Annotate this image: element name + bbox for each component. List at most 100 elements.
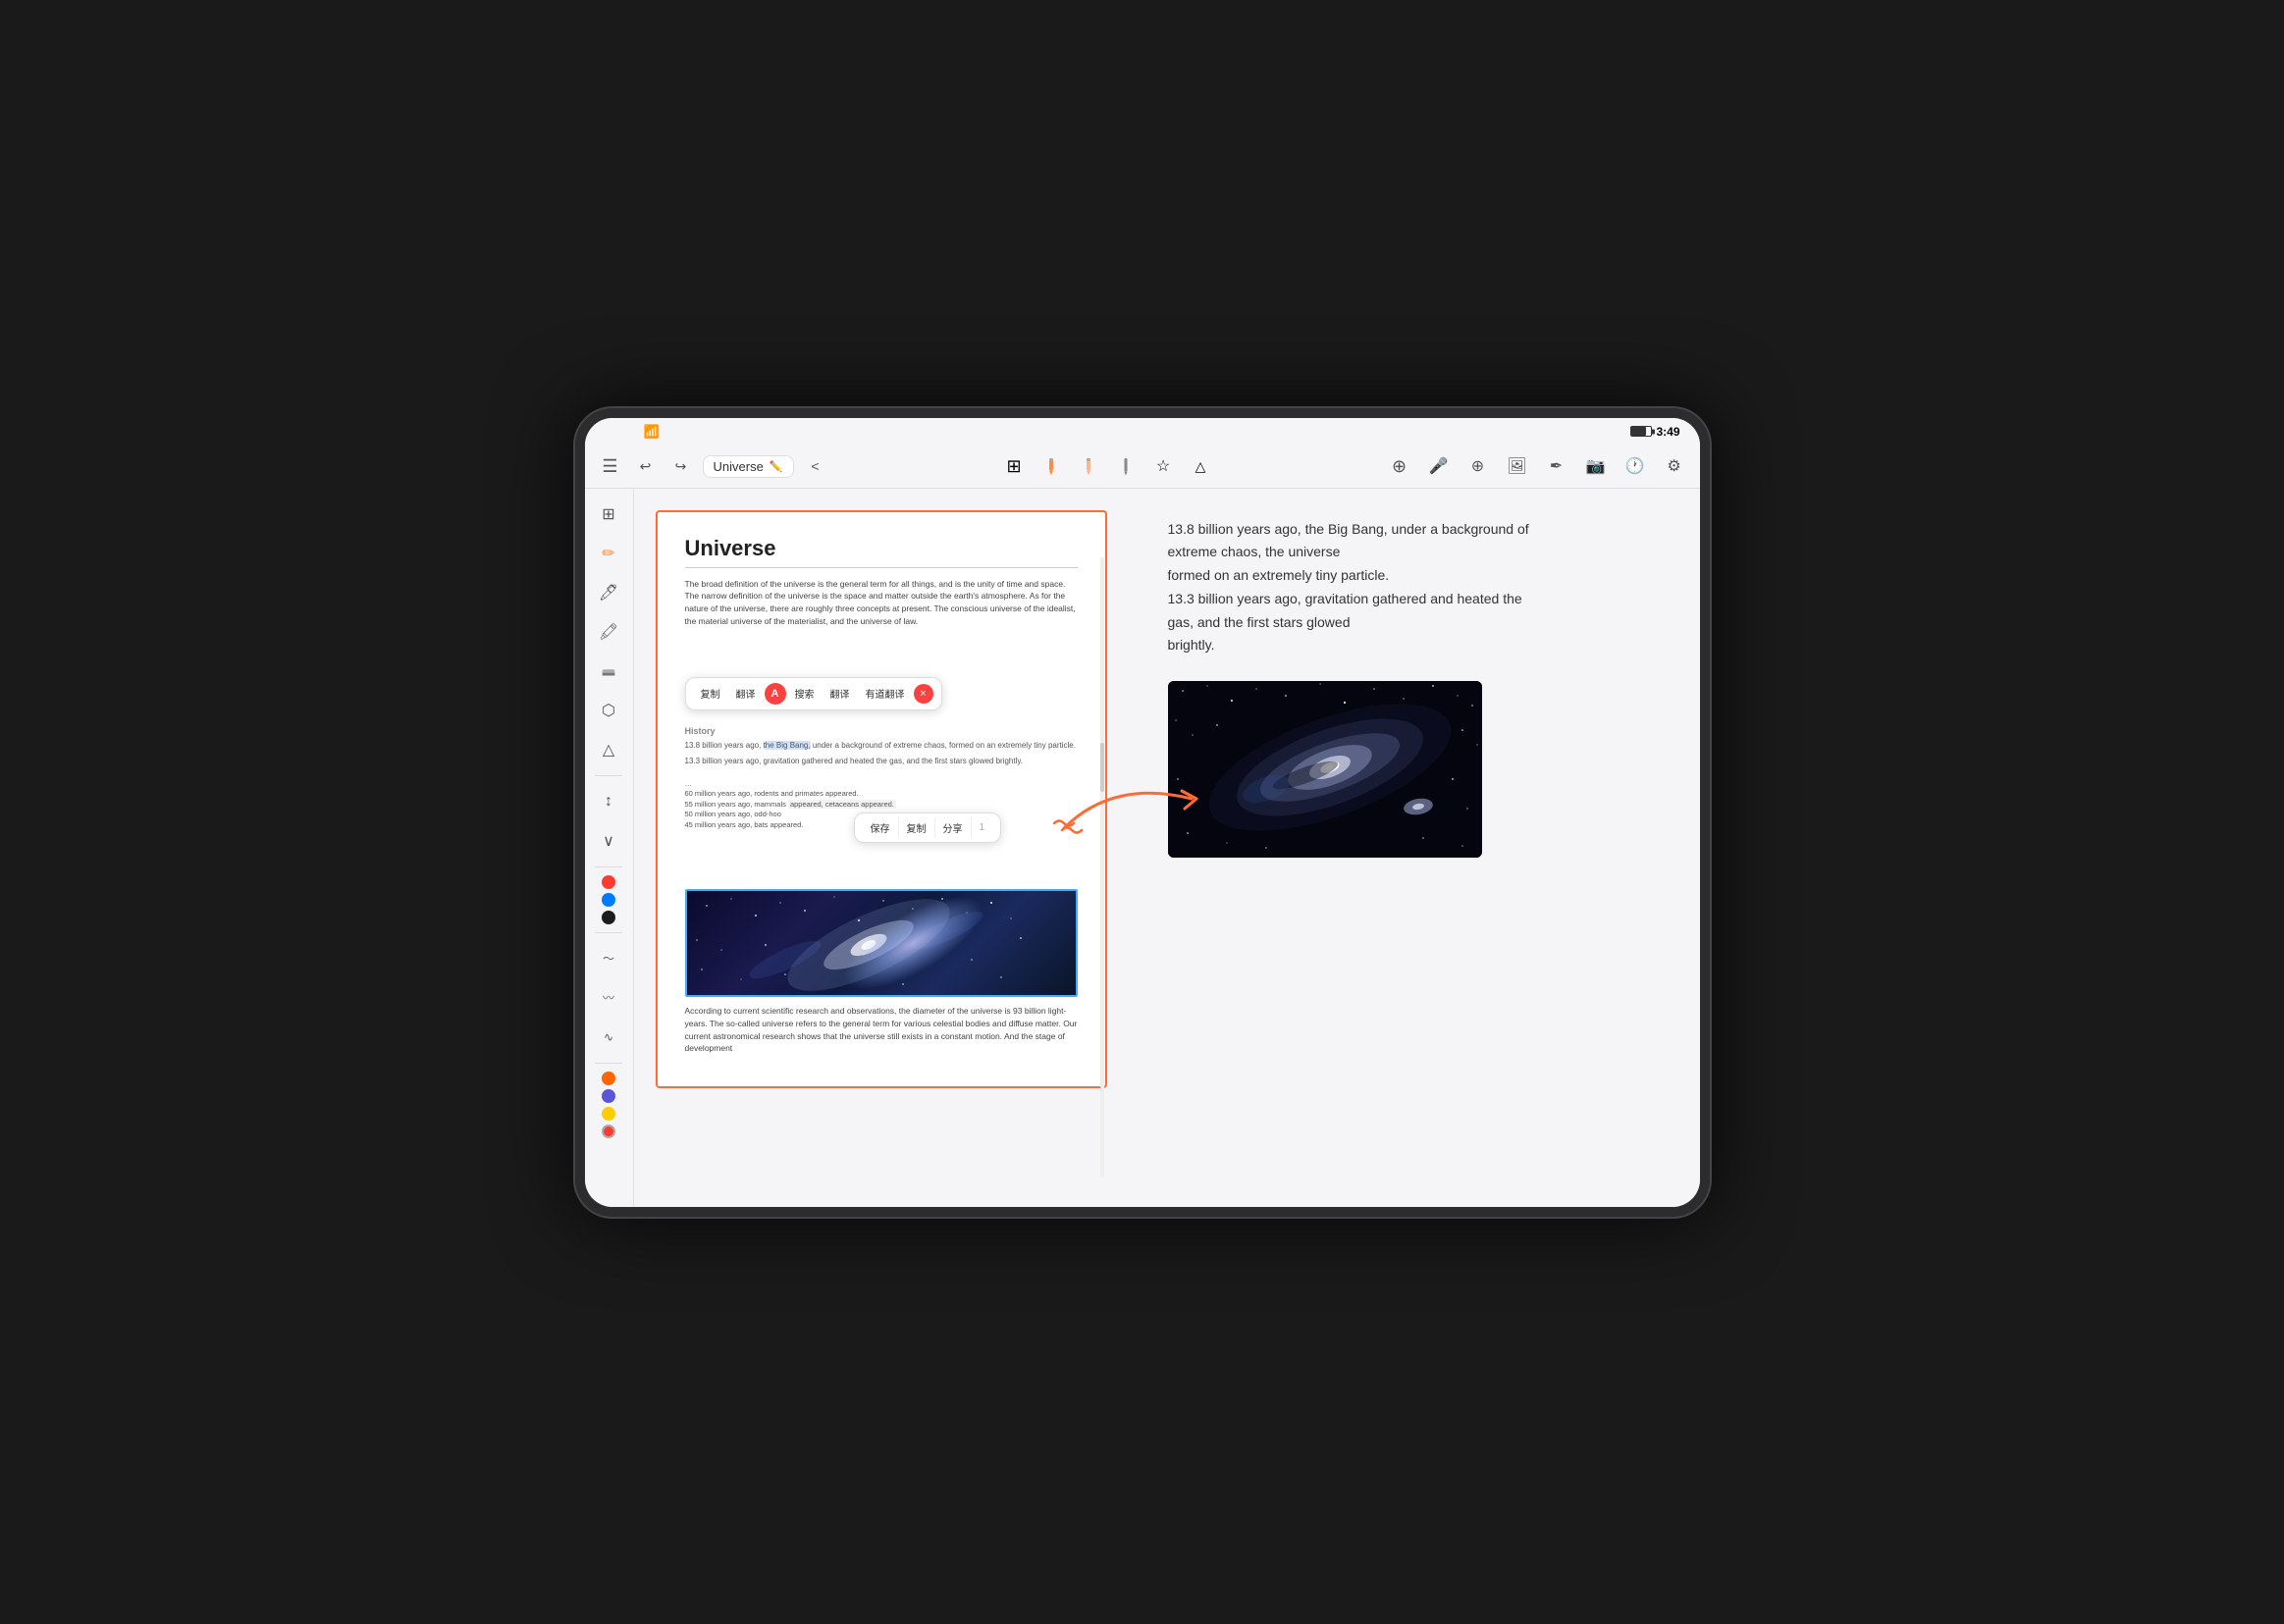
grid-tool-icon: ⊞ (1006, 456, 1021, 477)
sidebar-move-icon[interactable]: ↕ (591, 784, 626, 819)
search-btn[interactable]: 搜索 (788, 683, 822, 704)
document-page[interactable]: Universe The broad definition of the uni… (656, 510, 1107, 1089)
battery-indicator: 3:49 (1630, 425, 1679, 439)
zoom-button[interactable]: ⊕ (1464, 452, 1492, 480)
sidebar-pen-icon[interactable]: 🖊 (591, 575, 626, 610)
history-section: History 13.8 billion years ago, the Big … (685, 726, 1078, 767)
menu-icon: ☰ (602, 456, 617, 477)
close-selection-btn[interactable]: × (914, 684, 933, 704)
doc-main-title: Universe (685, 536, 1078, 561)
doc-container: Universe The broad definition of the uni… (644, 498, 1119, 1197)
color-black[interactable] (602, 911, 615, 924)
sidebar-tilde-icon[interactable]: ∿ (591, 1020, 626, 1055)
toolbar-center: ⊞ (837, 450, 1378, 482)
pen-tool[interactable] (1110, 450, 1142, 482)
doc-scrollbar[interactable] (1100, 557, 1104, 1178)
color-blue[interactable] (602, 893, 615, 907)
doc-intro-text: The broad definition of the universe is … (685, 578, 1078, 628)
translate2-btn[interactable]: 翻译 (823, 683, 857, 704)
pen-icon (1116, 456, 1136, 476)
timeline-item-2: 55 million years ago, mammals appeared, … (685, 800, 1078, 811)
pen-settings-icon: ✒ (1550, 456, 1563, 476)
youdao-btn[interactable]: 有道翻译 (859, 683, 912, 704)
galaxy-right-svg (1168, 681, 1482, 858)
timeline-dots: … (685, 779, 1078, 790)
color-red[interactable] (602, 875, 615, 889)
color-orange[interactable] (602, 1072, 615, 1085)
sidebar-divider-4 (595, 1063, 622, 1064)
main-area: ⊞ ✏ 🖊 🖍 ⬡ △ ↕ ∨ (585, 489, 1700, 1207)
tablet-screen: 📶 3:49 ☰ ↩ ↪ Univers (585, 418, 1700, 1207)
selection-toolbar: 复制 翻译 A 搜索 翻译 有道翻译 × (685, 677, 942, 710)
sidebar-squiggle-icon[interactable]: 〰 (591, 980, 626, 1016)
grid-tool-button[interactable]: ⊞ (998, 450, 1030, 482)
tablet-frame: 📶 3:49 ☰ ↩ ↪ Univers (573, 406, 1712, 1219)
timeline-item-1: 60 million years ago, rodents and primat… (685, 789, 1078, 800)
add-page-button[interactable]: ⊕ (1386, 452, 1413, 480)
zoom-icon: ⊕ (1471, 456, 1484, 476)
camera-icon: 📷 (1586, 456, 1606, 476)
color-yellow[interactable] (602, 1107, 615, 1121)
ctx-num: 1 (972, 819, 993, 836)
edit-pencil-icon: ✏️ (770, 460, 783, 473)
battery-icon (1630, 426, 1652, 437)
sidebar-wave-icon[interactable]: 〜 (591, 941, 626, 976)
sidebar-pencil-icon[interactable]: ✏ (591, 536, 626, 571)
undo-button[interactable]: ↩ (632, 452, 660, 480)
toolbar-left: ☰ ↩ ↪ Universe ✏️ < (597, 452, 829, 480)
back-chevron-icon: < (811, 458, 819, 474)
translate-btn[interactable]: 翻译 (729, 683, 763, 704)
doc-title-pill[interactable]: Universe ✏️ (703, 455, 794, 478)
undo-icon: ↩ (640, 458, 652, 475)
left-sidebar: ⊞ ✏ 🖊 🖍 ⬡ △ ↕ ∨ (585, 489, 634, 1207)
sidebar-marker-icon[interactable]: 🖍 (591, 614, 626, 650)
ctx-save-btn[interactable]: 保存 (863, 817, 899, 838)
settings-button[interactable]: ⚙ (1661, 452, 1688, 480)
menu-button[interactable]: ☰ (597, 452, 624, 480)
color-purple[interactable] (602, 1089, 615, 1103)
triangle-tool[interactable]: △ (1185, 450, 1216, 482)
pencil-tool-1[interactable] (1036, 450, 1067, 482)
translate-a-btn[interactable]: A (765, 683, 786, 705)
galaxy-image-doc[interactable] (685, 889, 1078, 997)
mic-icon: 🎤 (1429, 456, 1449, 476)
redo-button[interactable]: ↪ (667, 452, 695, 480)
photo-button[interactable]: 🖼 (1504, 452, 1531, 480)
history-text-1: 13.8 billion years ago, the Big Bang, un… (685, 740, 1078, 752)
sidebar-divider-3 (595, 932, 622, 933)
history-text-2: 13.3 billion years ago, gravitation gath… (685, 756, 1078, 767)
ctx-share-btn[interactable]: 分享 (935, 817, 972, 838)
history-button[interactable]: 🕐 (1621, 452, 1649, 480)
context-menu: 保存 复制 分享 1 (854, 812, 1002, 843)
copy-btn[interactable]: 复制 (694, 683, 727, 704)
doc-bottom-text: According to current scientific research… (685, 1005, 1078, 1055)
color-red-plus[interactable] (602, 1125, 615, 1138)
history-label: History (685, 726, 1078, 736)
sidebar-divider-1 (595, 775, 622, 776)
add-page-icon: ⊕ (1392, 456, 1407, 477)
sidebar-grid-icon[interactable]: ⊞ (591, 497, 626, 532)
doc-title-divider (685, 567, 1078, 568)
camera-button[interactable]: 📷 (1582, 452, 1610, 480)
sidebar-divider-2 (595, 866, 622, 867)
gear-icon: ⚙ (1667, 456, 1680, 476)
sidebar-lasso-icon[interactable]: ⬡ (591, 693, 626, 728)
mic-button[interactable]: 🎤 (1425, 452, 1453, 480)
galaxy-image-right (1168, 681, 1482, 858)
sidebar-eraser-icon[interactable] (591, 654, 626, 689)
sidebar-chevron-icon[interactable]: ∨ (591, 823, 626, 859)
star-icon: ☆ (1156, 456, 1170, 476)
pen-settings-button[interactable]: ✒ (1543, 452, 1570, 480)
triangle-icon: △ (1195, 458, 1206, 475)
back-button[interactable]: < (802, 452, 829, 480)
right-panel: 13.8 billion years ago, the Big Bang, un… (1129, 489, 1700, 1207)
pencil-icon-1 (1041, 456, 1061, 476)
top-toolbar: ☰ ↩ ↪ Universe ✏️ < ⊞ (585, 445, 1700, 489)
wifi-icon: 📶 (644, 424, 660, 440)
ctx-copy-btn[interactable]: 复制 (899, 817, 935, 838)
star-tool[interactable]: ☆ (1147, 450, 1179, 482)
pencil-tool-2[interactable] (1073, 450, 1104, 482)
sidebar-shape-icon[interactable]: △ (591, 732, 626, 767)
clock-icon: 🕐 (1625, 456, 1645, 476)
status-bar: 📶 3:49 (585, 418, 1700, 445)
